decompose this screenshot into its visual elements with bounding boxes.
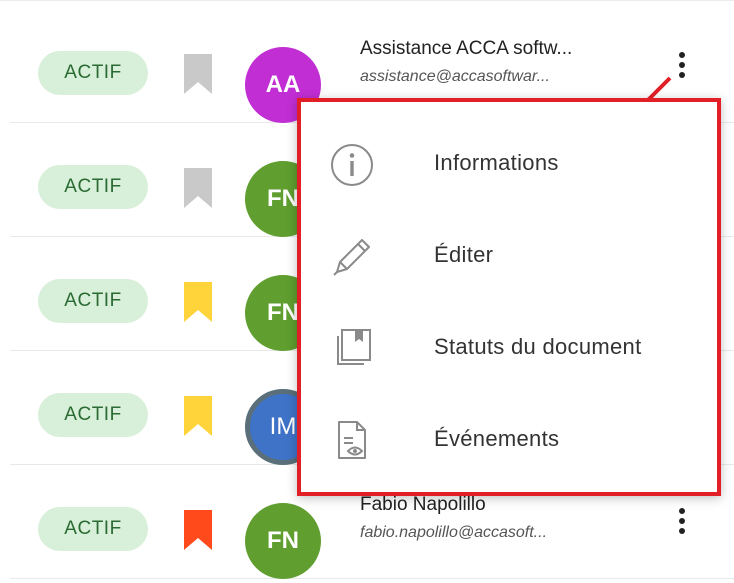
more-options-button[interactable] [674,52,690,92]
menu-item-informations[interactable]: Informations [301,120,717,210]
status-badge: ACTIF [38,507,148,551]
contact-email: assistance@accasoftwar... [360,68,550,85]
menu-item-label: Événements [434,426,560,451]
bookmark-icon[interactable] [184,282,212,322]
status-badge: ACTIF [38,165,148,209]
menu-item-statuts-du-document[interactable]: Statuts du document [301,304,717,394]
more-options-button[interactable] [674,508,690,548]
menu-item-label: Statuts du document [434,334,642,359]
menu-item-label: Éditer [434,242,494,267]
bookmark-icon[interactable] [184,54,212,94]
status-badge: ACTIF [38,51,148,95]
contact-email: fabio.napolillo@accasoft... [360,524,548,541]
contact-name: Fabio Napolillo [360,494,486,515]
menu-item-evenements[interactable]: Événements [301,396,717,486]
events-icon [338,421,366,459]
status-badge: ACTIF [38,279,148,323]
contact-info: Assistance ACCA softw... assistance@acca… [360,38,640,86]
menu-item-label: Informations [434,150,559,175]
contact-info: Fabio Napolillo fabio.napolillo@accasoft… [360,494,640,542]
menu-item-editer[interactable]: Éditer [301,212,717,302]
document-status-icon [337,329,371,365]
info-icon [331,144,373,186]
bookmark-icon[interactable] [184,510,212,550]
pencil-icon [333,239,370,276]
bookmark-icon[interactable] [184,396,212,436]
avatar: FN [245,503,321,579]
context-menu: Informations Éditer Statuts du document … [297,98,721,496]
contact-name: Assistance ACCA softw... [360,38,573,59]
bookmark-icon[interactable] [184,168,212,208]
status-badge: ACTIF [38,393,148,437]
